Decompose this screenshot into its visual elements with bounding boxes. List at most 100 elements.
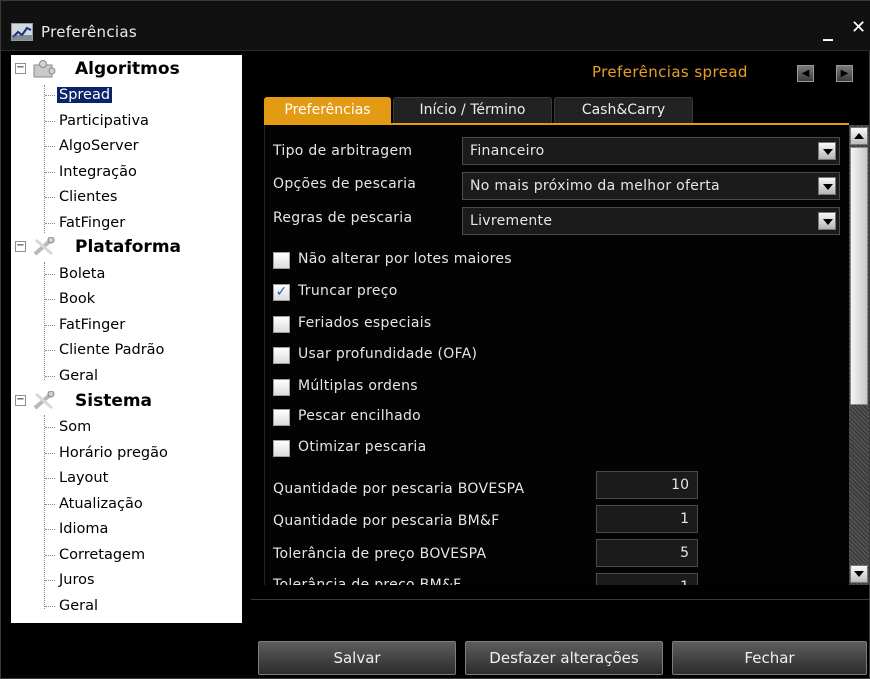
dropdown-arrow-icon[interactable]: [818, 142, 836, 160]
tools-icon: [31, 236, 57, 257]
tree-group-sistema[interactable]: − Sistema: [15, 389, 235, 413]
tree-item-participativa[interactable]: Participativa: [59, 109, 149, 133]
tree-item-juros[interactable]: Juros: [59, 568, 95, 592]
checkbox-label: Pescar encilhado: [298, 408, 421, 424]
tree-item-label: Horário pregão: [59, 445, 168, 461]
save-button[interactable]: Salvar: [258, 641, 456, 675]
checkbox-label: Otimizar pescaria: [298, 439, 427, 455]
checkmark-icon[interactable]: ✓: [273, 284, 290, 301]
title-bar[interactable]: Preferências _ ✕: [1, 1, 870, 51]
tab-inicio-termino[interactable]: Início / Término: [393, 97, 552, 124]
tree-item-label: Corretagem: [59, 547, 146, 563]
window-title: Preferências: [41, 23, 137, 41]
dropdown-arrow-icon[interactable]: [818, 212, 836, 230]
tolerancia-bovespa-label: Tolerância de preço BOVESPA: [273, 546, 487, 562]
tab-preferencias[interactable]: Preferências: [264, 97, 391, 124]
tree-group-label: Algoritmos: [75, 59, 180, 79]
app-chart-icon: [11, 23, 33, 41]
tree-connector: [44, 85, 45, 233]
tree-item-fatfinger-plataforma[interactable]: FatFinger: [59, 313, 125, 337]
tree-item-horario-pregao[interactable]: Horário pregão: [59, 441, 168, 465]
tipo-arbitragem-select[interactable]: Financeiro: [462, 137, 840, 165]
previous-section-button[interactable]: ◀: [797, 65, 814, 82]
tree-group-algoritmos[interactable]: − Algoritmos: [15, 57, 235, 81]
next-section-button[interactable]: ▶: [836, 65, 853, 82]
select-value: Financeiro: [470, 143, 545, 159]
checkbox-box[interactable]: [273, 409, 290, 426]
tree-item-label: Participativa: [59, 113, 149, 129]
scroll-up-arrow-icon[interactable]: [850, 127, 868, 145]
regras-pescaria-label: Regras de pescaria: [273, 210, 413, 226]
tree-item-geral-sistema[interactable]: Geral: [59, 594, 98, 618]
checkbox-label: Múltiplas ordens: [298, 378, 418, 394]
tree-item-label: Atualização: [59, 496, 143, 512]
tree-item-som[interactable]: Som: [59, 415, 91, 439]
tree-item-atualizacao[interactable]: Atualização: [59, 492, 143, 516]
tree-item-label: Idioma: [59, 521, 109, 537]
preferences-tree: − Algoritmos Spread Participativa AlgoSe…: [11, 55, 242, 623]
dropdown-arrow-icon[interactable]: [818, 177, 836, 195]
tree-item-label: Integração: [59, 164, 137, 180]
close-button[interactable]: Fechar: [672, 641, 867, 675]
checkbox-label: Feriados especiais: [298, 315, 432, 331]
tree-item-label: Spread: [57, 87, 113, 103]
tree-item-integracao[interactable]: Integração: [59, 160, 137, 184]
preferences-window: Preferências _ ✕ − Algoritmos Spread Par…: [0, 0, 870, 679]
tree-item-label: Geral: [59, 598, 99, 614]
content-scrollbar[interactable]: [849, 125, 869, 585]
tree-item-corretagem[interactable]: Corretagem: [59, 543, 145, 567]
checkbox-box[interactable]: [273, 252, 290, 269]
scroll-down-arrow-icon[interactable]: [850, 565, 868, 583]
tree-item-book[interactable]: Book: [59, 287, 95, 311]
minimize-button[interactable]: _: [823, 17, 833, 41]
tree-item-spread[interactable]: Spread: [57, 83, 113, 107]
checkbox-label: Não alterar por lotes maiores: [298, 251, 512, 267]
collapse-toggle[interactable]: −: [15, 63, 26, 74]
qtd-pescaria-bmf-label: Quantidade por pescaria BM&F: [273, 513, 500, 529]
tree-connector: [44, 262, 45, 380]
checkbox-box[interactable]: [273, 316, 290, 333]
checkbox-box[interactable]: [273, 379, 290, 396]
checkbox-box[interactable]: [273, 440, 290, 457]
tolerancia-bovespa-input[interactable]: 5: [596, 539, 698, 567]
tree-item-label: FatFinger: [59, 317, 126, 333]
tree-group-label: Sistema: [75, 391, 153, 411]
tree-item-clientes[interactable]: Clientes: [59, 185, 117, 209]
close-window-button[interactable]: ✕: [851, 17, 866, 38]
collapse-toggle[interactable]: −: [15, 395, 26, 406]
tab-content: Tipo de arbitragem Financeiro Opções de …: [264, 123, 849, 585]
tree-item-label: Clientes: [59, 189, 118, 205]
tree-item-label: Juros: [59, 572, 95, 588]
footer-divider: [251, 599, 870, 600]
tree-item-geral-plataforma[interactable]: Geral: [59, 364, 98, 388]
tree-item-boleta[interactable]: Boleta: [59, 262, 105, 286]
tab-cash-carry[interactable]: Cash&Carry: [554, 97, 693, 124]
tools-icon: [31, 390, 57, 411]
select-value: No mais próximo da melhor oferta: [470, 178, 720, 194]
tree-item-label: Layout: [59, 470, 109, 486]
select-value: Livremente: [470, 213, 553, 229]
tree-group-plataforma[interactable]: − Plataforma: [15, 235, 235, 259]
tree-item-layout[interactable]: Layout: [59, 466, 108, 490]
qtd-pescaria-bmf-input[interactable]: 1: [596, 505, 698, 533]
tree-item-idioma[interactable]: Idioma: [59, 517, 108, 541]
undo-changes-button[interactable]: Desfazer alterações: [465, 641, 663, 675]
tree-item-label: AlgoServer: [59, 138, 139, 154]
scroll-thumb[interactable]: [850, 147, 868, 405]
section-title: Preferências spread: [592, 63, 748, 81]
checkbox-label: Truncar preço: [298, 283, 398, 299]
puzzle-icon: [31, 59, 57, 79]
opcoes-pescaria-label: Opções de pescaria: [273, 176, 417, 192]
regras-pescaria-select[interactable]: Livremente: [462, 207, 840, 235]
checkbox-box[interactable]: [273, 347, 290, 364]
tolerancia-bmf-input[interactable]: 1: [596, 573, 698, 585]
tree-item-label: Geral: [59, 368, 99, 384]
tree-item-fatfinger[interactable]: FatFinger: [59, 211, 125, 235]
collapse-toggle[interactable]: −: [15, 241, 26, 252]
qtd-pescaria-bovespa-input[interactable]: 10: [596, 471, 698, 499]
tree-item-algoserver[interactable]: AlgoServer: [59, 134, 139, 158]
qtd-pescaria-bovespa-label: Quantidade por pescaria BOVESPA: [273, 481, 525, 497]
opcoes-pescaria-select[interactable]: No mais próximo da melhor oferta: [462, 172, 840, 200]
checkbox-label: Usar profundidade (OFA): [298, 346, 478, 362]
tree-item-cliente-padrao[interactable]: Cliente Padrão: [59, 338, 164, 362]
